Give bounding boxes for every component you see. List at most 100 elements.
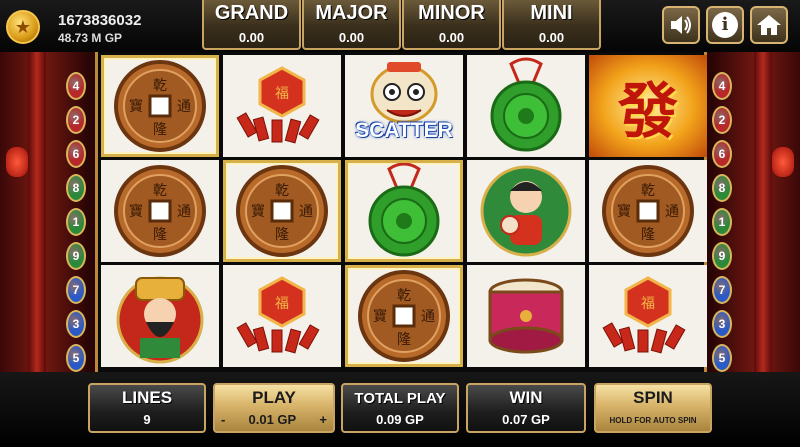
svg-text:福: 福 <box>275 86 289 102</box>
lines-label: LINES <box>121 388 173 407</box>
symbol-firecrackers: 福 <box>589 265 707 367</box>
total-play-label: TOTAL PLAY <box>354 390 446 407</box>
svg-text:福: 福 <box>641 296 655 312</box>
payline-9-indicator: 9 <box>712 242 732 270</box>
svg-text:乾: 乾 <box>275 183 289 199</box>
jackpot-value: 0.00 <box>538 30 565 45</box>
svg-text:寶: 寶 <box>129 204 143 220</box>
payline-8-indicator: 8 <box>66 174 86 202</box>
svg-text:隆: 隆 <box>153 227 167 243</box>
payline-4-indicator: 4 <box>66 72 86 100</box>
svg-text:乾: 乾 <box>641 183 655 199</box>
win-label: WIN <box>509 388 543 407</box>
right-pillar <box>754 52 772 372</box>
symbol-coin: 乾 隆 通 寶 <box>101 160 219 262</box>
win-display: WIN 0.07 GP <box>466 383 586 433</box>
symbol-coin: 乾 隆 通 寶 <box>223 160 341 262</box>
payline-5-indicator: 5 <box>66 344 86 372</box>
reel-grid: 乾 隆 通 寶 福 SCATTER 發 乾 隆 通 寶 乾 隆 通 寶 乾 隆 … <box>95 52 707 372</box>
jackpot-name: GRAND <box>214 2 289 24</box>
lantern-icon <box>772 147 794 177</box>
jackpot-name: MINI <box>530 2 573 24</box>
svg-text:乾: 乾 <box>153 78 167 94</box>
symbol-coin: 乾 隆 通 寶 <box>101 55 219 157</box>
svg-text:隆: 隆 <box>275 227 289 243</box>
symbol-firecrackers: 福 <box>223 55 341 157</box>
payline-4-indicator: 4 <box>712 72 732 100</box>
top-bar: ★ 1673836032 48.73 M GP GRAND 0.00 MAJOR… <box>0 0 800 52</box>
info-button[interactable]: i <box>706 6 744 44</box>
svg-text:通: 通 <box>177 99 191 115</box>
player-balance: 48.73 M GP <box>58 31 123 45</box>
svg-text:隆: 隆 <box>641 227 655 243</box>
jackpot-value: 0.00 <box>238 30 265 45</box>
payline-6-indicator: 6 <box>712 140 732 168</box>
speaker-icon <box>671 16 691 34</box>
jackpot-panel: GRAND 0.00 MAJOR 0.00 MINOR 0.00 MINI 0.… <box>202 0 602 50</box>
coin-icon: ★ <box>6 10 40 44</box>
total-play-display: TOTAL PLAY 0.09 GP <box>341 383 459 433</box>
jackpot-mini: MINI 0.00 <box>502 0 601 50</box>
lines-value: 9 <box>143 412 151 427</box>
svg-text:寶: 寶 <box>251 204 265 220</box>
svg-text:乾: 乾 <box>397 288 411 304</box>
jackpot-value: 0.00 <box>438 30 465 45</box>
spin-label: SPIN <box>633 388 673 407</box>
payline-7-indicator: 7 <box>712 276 732 304</box>
left-payline-indicators: 4 2 6 8 1 9 7 3 5 <box>66 72 88 378</box>
symbol-jade-medallion <box>467 55 585 157</box>
jackpot-value: 0.00 <box>338 30 365 45</box>
win-value: 0.07 GP <box>502 412 550 427</box>
play-button: PLAY - 0.01 GP + <box>213 383 335 433</box>
svg-text:寶: 寶 <box>129 99 143 115</box>
reel-stage: 426819735 426819735 乾 隆 通 寶 福 SCATTER 發 … <box>0 52 800 372</box>
svg-text:福: 福 <box>275 296 289 312</box>
home-icon <box>757 15 781 35</box>
jackpot-grand: GRAND 0.00 <box>202 0 301 50</box>
svg-text:乾: 乾 <box>153 183 167 199</box>
jackpot-minor: MINOR 0.00 <box>402 0 501 50</box>
total-play-value: 0.09 GP <box>376 412 424 427</box>
svg-text:寶: 寶 <box>373 309 387 325</box>
player-info: ★ 1673836032 48.73 M GP <box>6 6 196 46</box>
lantern-icon <box>6 147 28 177</box>
scatter-label: SCATTER <box>355 119 453 142</box>
payline-2-indicator: 2 <box>66 106 86 134</box>
play-label: PLAY <box>252 388 296 407</box>
payline-2-indicator: 2 <box>712 106 732 134</box>
jackpot-major: MAJOR 0.00 <box>302 0 401 50</box>
payline-3-indicator: 3 <box>66 310 86 338</box>
player-id: 1673836032 <box>58 12 142 29</box>
svg-text:隆: 隆 <box>153 122 167 138</box>
symbol-god-of-wealth <box>101 265 219 367</box>
lines-button[interactable]: LINES 9 <box>88 383 206 433</box>
play-value: 0.01 GP <box>248 412 297 427</box>
spin-button[interactable]: SPIN HOLD FOR AUTO SPIN <box>594 383 712 433</box>
left-pillar <box>28 52 46 372</box>
spin-hint: HOLD FOR AUTO SPIN <box>609 416 697 425</box>
symbol-fa: 發 <box>589 55 707 157</box>
payline-5-indicator: 5 <box>712 344 732 372</box>
symbol-firecrackers: 福 <box>223 265 341 367</box>
home-button[interactable] <box>750 6 788 44</box>
play-increase-button[interactable]: + <box>319 412 327 427</box>
payline-8-indicator: 8 <box>712 174 732 202</box>
symbol-drum <box>467 265 585 367</box>
svg-text:通: 通 <box>665 204 679 220</box>
payline-3-indicator: 3 <box>712 310 732 338</box>
symbol-fortune-boy <box>467 160 585 262</box>
sound-button[interactable] <box>662 6 700 44</box>
svg-text:通: 通 <box>421 309 435 325</box>
info-icon: i <box>712 12 738 38</box>
payline-1-indicator: 1 <box>712 208 732 236</box>
payline-6-indicator: 6 <box>66 140 86 168</box>
svg-text:隆: 隆 <box>397 332 411 348</box>
payline-7-indicator: 7 <box>66 276 86 304</box>
jackpot-name: MINOR <box>418 2 485 24</box>
svg-text:通: 通 <box>177 204 191 220</box>
right-payline-indicators: 4 2 6 8 1 9 7 3 5 <box>712 72 734 378</box>
symbol-coin: 乾 隆 通 寶 <box>589 160 707 262</box>
play-stepper: - 0.01 GP + <box>221 412 327 427</box>
symbol-scatter: SCATTER <box>345 55 463 157</box>
play-decrease-button[interactable]: - <box>221 412 225 427</box>
